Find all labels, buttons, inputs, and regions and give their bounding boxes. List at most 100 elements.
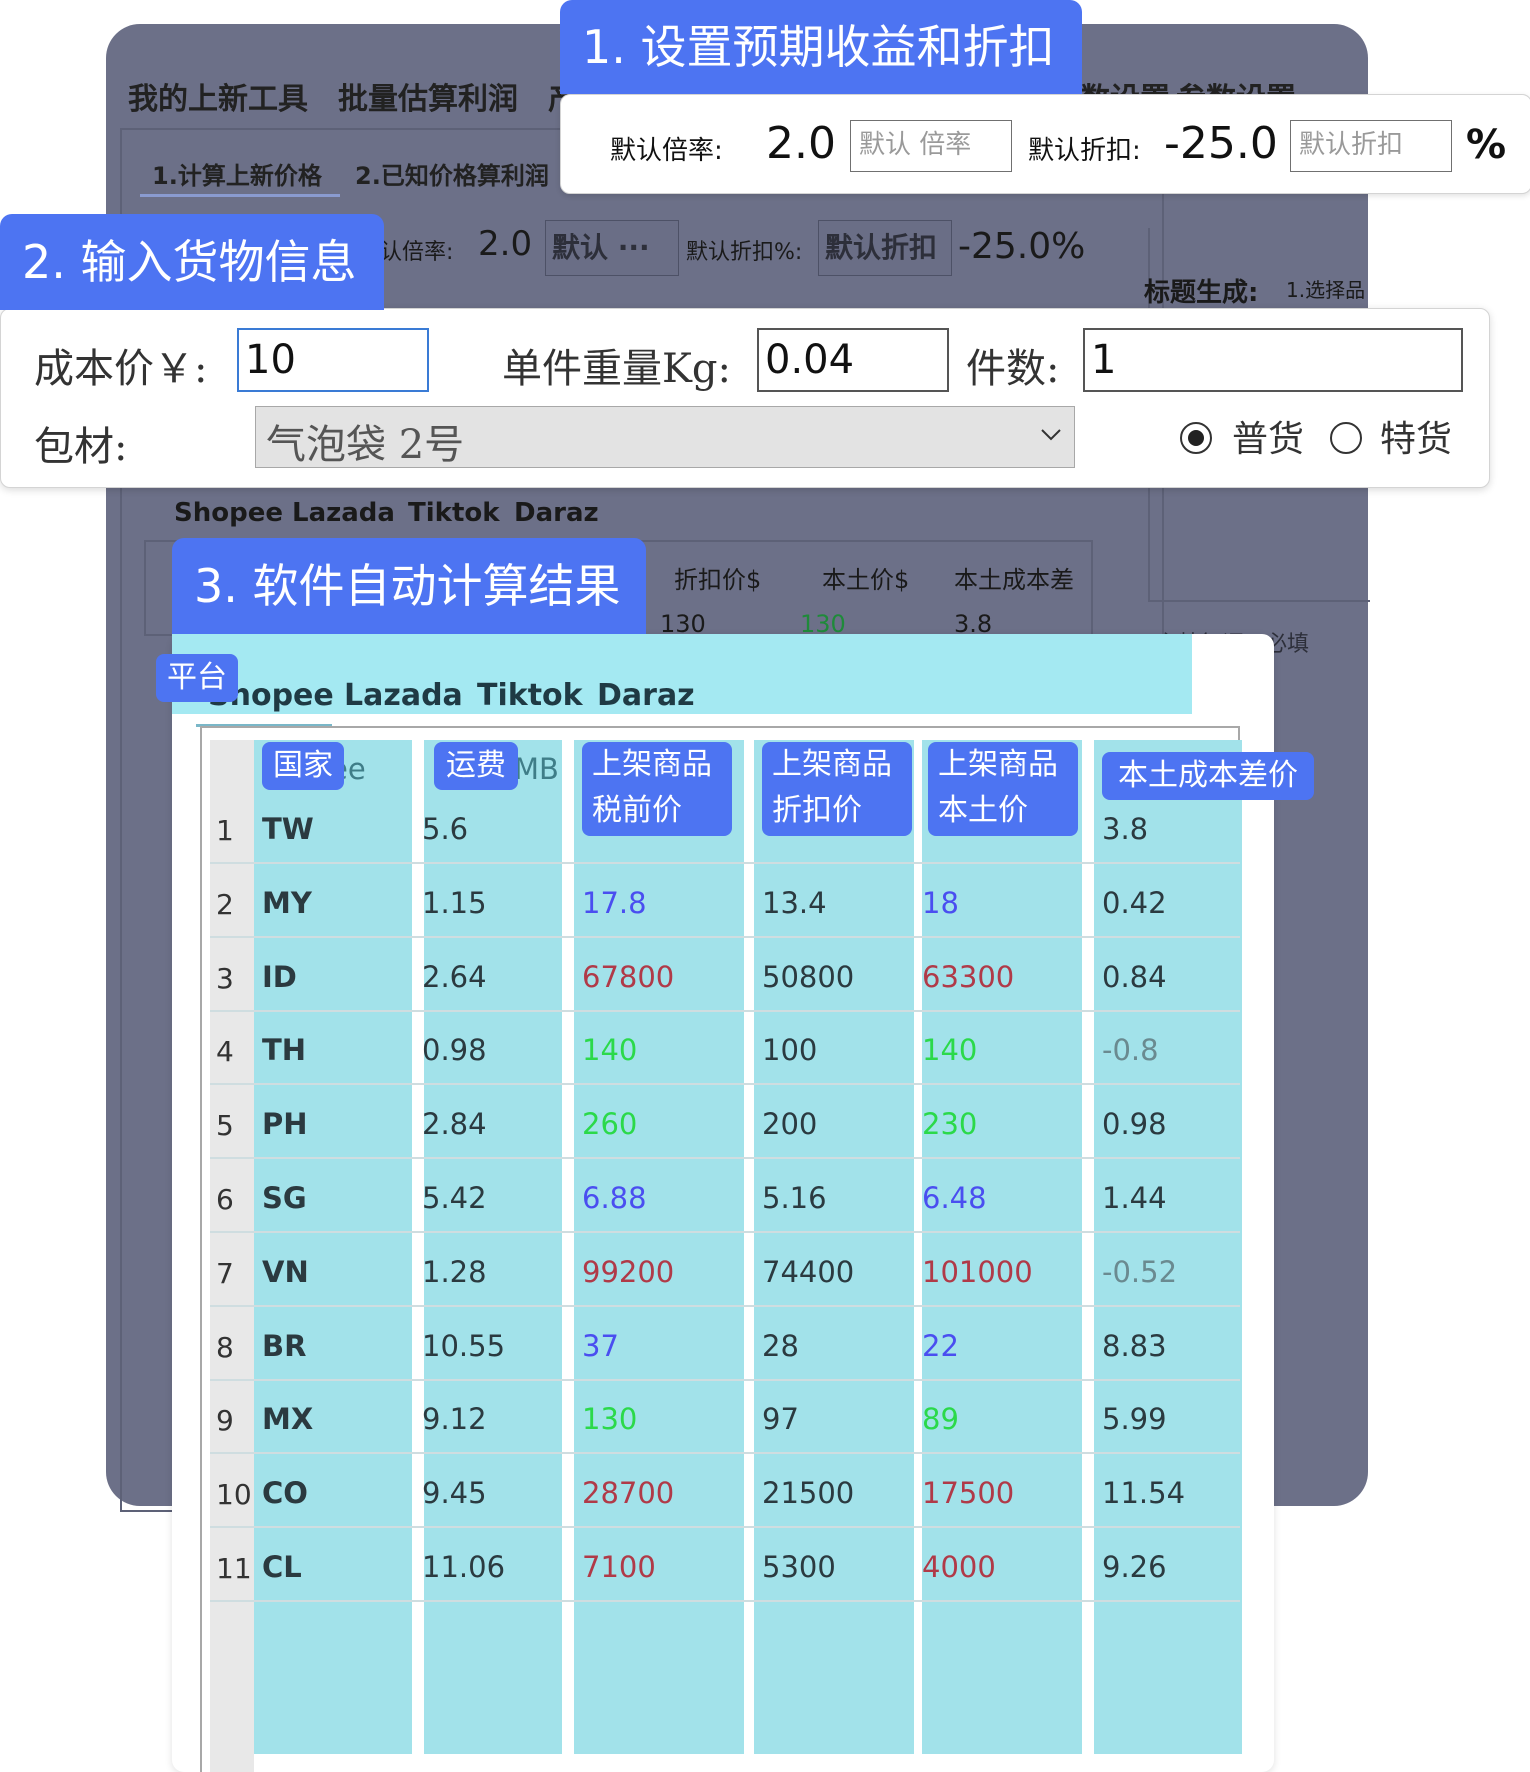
subtab-active-indicator: [140, 194, 340, 197]
cell-pretax-price[interactable]: 28700: [582, 1476, 674, 1510]
cell-pretax-price[interactable]: 67800: [582, 960, 674, 994]
cell-shipping[interactable]: 2.84: [422, 1107, 487, 1141]
cell-country[interactable]: TH: [262, 1033, 306, 1067]
subtab-known-price[interactable]: 2.已知价格算利润: [355, 156, 549, 191]
cell-shipping[interactable]: 1.28: [422, 1255, 487, 1289]
default-rate-input[interactable]: 默认 倍率: [850, 120, 1012, 172]
cell-discount-price[interactable]: 5300: [762, 1550, 836, 1584]
platform-tab-daraz[interactable]: Daraz: [597, 678, 695, 713]
cell-pretax-price[interactable]: 99200: [582, 1255, 674, 1289]
cell-local-price[interactable]: 22: [922, 1329, 959, 1363]
cell-discount-price[interactable]: 5.16: [762, 1181, 827, 1215]
cell-country[interactable]: ID: [262, 960, 297, 994]
cell-country[interactable]: BR: [262, 1329, 306, 1363]
cell-local-price[interactable]: 140: [922, 1033, 977, 1067]
cell-local-price[interactable]: 63300: [922, 960, 1014, 994]
unit-weight-input[interactable]: 0.04: [757, 328, 949, 392]
cell-discount-price[interactable]: 97: [762, 1402, 799, 1436]
cell-discount-price[interactable]: 50800: [762, 960, 854, 994]
menu-my-tools[interactable]: 我的上新工具: [128, 74, 308, 118]
cell-local-price[interactable]: 6.48: [922, 1181, 987, 1215]
cell-country[interactable]: MY: [262, 886, 312, 920]
cell-cost-diff[interactable]: 8.83: [1102, 1329, 1167, 1363]
cell-cost-diff[interactable]: -0.52: [1102, 1255, 1177, 1289]
cell-discount-price[interactable]: 13.4: [762, 886, 827, 920]
bg-header-costdiff: 本土成本差: [954, 566, 1074, 594]
row-number: 11: [216, 1552, 252, 1585]
cell-country[interactable]: VN: [262, 1255, 309, 1289]
bg-header-discount: 折扣价$: [674, 566, 762, 594]
cell-cost-diff[interactable]: -0.8: [1102, 1033, 1159, 1067]
bg-platform-shopee[interactable]: Shopee: [174, 498, 283, 528]
row-number: 10: [216, 1478, 252, 1511]
cell-shipping[interactable]: 11.06: [422, 1550, 505, 1584]
cell-discount-price[interactable]: 100: [762, 1033, 817, 1067]
row-divider: [210, 1452, 1240, 1454]
cell-pretax-price[interactable]: 7100: [582, 1550, 656, 1584]
cell-shipping[interactable]: 0.98: [422, 1033, 487, 1067]
cell-pretax-price[interactable]: 17.8: [582, 886, 647, 920]
cell-shipping[interactable]: 10.55: [422, 1329, 505, 1363]
cell-local-price[interactable]: 4000: [922, 1550, 996, 1584]
quantity-label: 件数:: [966, 346, 1060, 392]
header-currency-ghost: MB: [514, 752, 559, 786]
cell-local-price[interactable]: 89: [922, 1402, 959, 1436]
default-discount-label: 默认折扣:: [1028, 136, 1141, 166]
cell-shipping[interactable]: 1.15: [422, 886, 487, 920]
cell-country[interactable]: CO: [262, 1476, 308, 1510]
cell-cost-diff[interactable]: 0.98: [1102, 1107, 1167, 1141]
cell-shipping[interactable]: 9.45: [422, 1476, 487, 1510]
discount-callout-line1: 上架商品: [772, 747, 892, 782]
cell-pretax-price[interactable]: 260: [582, 1107, 637, 1141]
chevron-down-icon[interactable]: [1040, 428, 1062, 442]
platform-tab-tiktok[interactable]: Tiktok: [477, 678, 583, 713]
cell-pretax-price[interactable]: 6.88: [582, 1181, 647, 1215]
menu-batch-profit[interactable]: 批量估算利润: [338, 74, 518, 118]
cell-cost-diff[interactable]: 3.8: [1102, 812, 1148, 846]
radio-normal-goods[interactable]: [1180, 422, 1212, 454]
cell-shipping[interactable]: 5.42: [422, 1181, 487, 1215]
bg-platform-tiktok[interactable]: Tiktok: [408, 498, 500, 528]
row-divider: [210, 1083, 1240, 1085]
cell-cost-diff[interactable]: 5.99: [1102, 1402, 1167, 1436]
cell-pretax-price[interactable]: 37: [582, 1329, 619, 1363]
cell-discount-price[interactable]: 21500: [762, 1476, 854, 1510]
cell-local-price[interactable]: 230: [922, 1107, 977, 1141]
discount-callout-line2: 折扣价: [772, 793, 862, 828]
cell-cost-diff[interactable]: 0.42: [1102, 886, 1167, 920]
cell-local-price[interactable]: 18: [922, 886, 959, 920]
cell-local-price[interactable]: 101000: [922, 1255, 1033, 1289]
unit-weight-label: 单件重量Kg:: [502, 346, 731, 392]
cell-pretax-price[interactable]: 140: [582, 1033, 637, 1067]
cell-country[interactable]: CL: [262, 1550, 302, 1584]
cell-pretax-price[interactable]: 130: [582, 1402, 637, 1436]
quantity-input[interactable]: 1: [1083, 328, 1463, 392]
cell-cost-diff[interactable]: 0.84: [1102, 960, 1167, 994]
bg-platform-lazada[interactable]: Lazada: [292, 498, 395, 528]
cell-discount-price[interactable]: 28: [762, 1329, 799, 1363]
row-divider: [210, 1231, 1240, 1233]
cell-shipping[interactable]: 5.6: [422, 812, 468, 846]
subtab-calc-price[interactable]: 1.计算上新价格: [152, 156, 322, 191]
cell-country[interactable]: MX: [262, 1402, 313, 1436]
cell-country[interactable]: TW: [262, 812, 314, 846]
row-divider: [210, 1305, 1240, 1307]
bg-rate-input[interactable]: 默认 ···: [545, 220, 679, 276]
bg-platform-daraz[interactable]: Daraz: [514, 498, 599, 528]
cell-country[interactable]: SG: [262, 1181, 307, 1215]
platform-tab-lazada[interactable]: Lazada: [344, 678, 463, 713]
cell-discount-price[interactable]: 200: [762, 1107, 817, 1141]
cell-cost-diff[interactable]: 11.54: [1102, 1476, 1185, 1510]
cell-local-price[interactable]: 17500: [922, 1476, 1014, 1510]
cell-cost-diff[interactable]: 9.26: [1102, 1550, 1167, 1584]
bg-discount-input[interactable]: 默认折扣: [818, 220, 952, 276]
cell-cost-diff[interactable]: 1.44: [1102, 1181, 1167, 1215]
cell-shipping[interactable]: 9.12: [422, 1402, 487, 1436]
cell-shipping[interactable]: 2.64: [422, 960, 487, 994]
default-discount-input[interactable]: 默认折扣: [1290, 120, 1452, 172]
local-callout-line2: 本土价: [938, 793, 1028, 828]
cost-price-input[interactable]: 10: [237, 328, 429, 392]
cell-discount-price[interactable]: 74400: [762, 1255, 854, 1289]
radio-special-goods[interactable]: [1330, 422, 1362, 454]
cell-country[interactable]: PH: [262, 1107, 308, 1141]
